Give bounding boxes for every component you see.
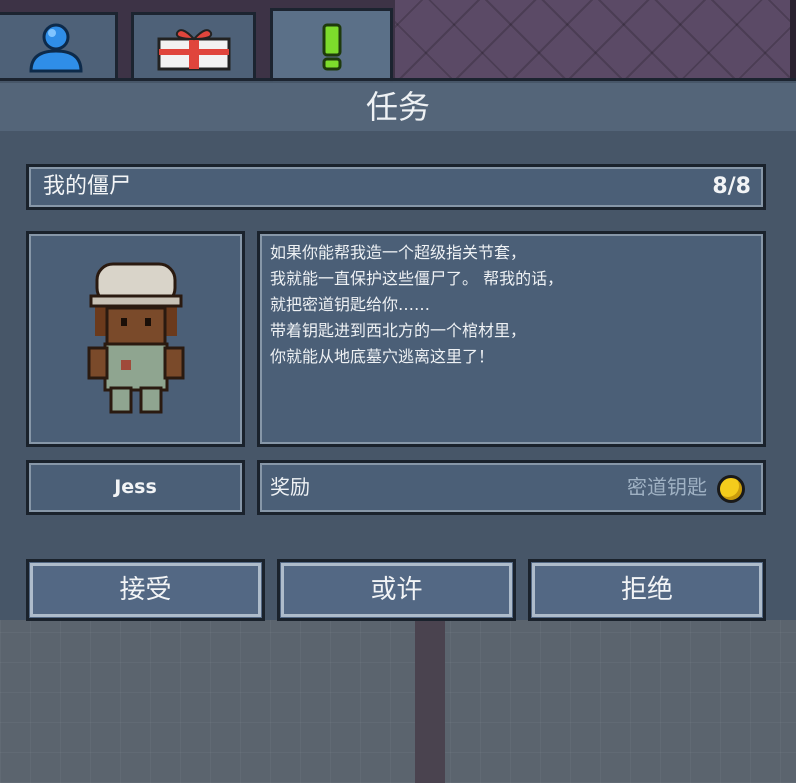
dialog-text: 如果你能帮我造一个超级指关节套， 我就能一直保护这些僵尸了。 帮我的话， 就把密…	[270, 243, 564, 366]
npc-name: Jess	[114, 476, 157, 498]
maybe-button[interactable]: 或许	[277, 559, 516, 621]
background-scene	[0, 620, 796, 783]
accept-button[interactable]: 接受	[26, 559, 265, 621]
coin-icon	[717, 475, 745, 503]
tab-quests[interactable]	[270, 8, 393, 82]
background-floor-tiles	[395, 0, 796, 80]
reward-label: 奖励	[270, 475, 310, 499]
npc-dialog: 如果你能帮我造一个超级指关节套， 我就能一直保护这些僵尸了。 帮我的话， 就把密…	[257, 231, 766, 447]
quest-label: 我的僵尸	[43, 174, 132, 199]
reward-item: 密道钥匙	[627, 475, 707, 499]
refuse-button[interactable]: 拒绝	[528, 559, 766, 621]
npc-sprite	[87, 262, 185, 414]
person-icon	[29, 23, 83, 72]
exclamation-icon	[322, 23, 341, 70]
panel-title: 任务	[0, 83, 796, 131]
background-post	[415, 620, 445, 783]
quest-count: 8/8	[712, 174, 751, 199]
tab-gifts[interactable]	[131, 12, 256, 78]
npc-portrait	[26, 231, 245, 447]
tab-profile[interactable]	[0, 12, 118, 78]
quest-bar: 我的僵尸 8/8	[26, 164, 766, 210]
quest-panel: 任务 我的僵尸 8/8 如果你能帮我造一个超级指关节套， 我就能一直保护这些僵尸…	[0, 78, 796, 621]
background-pillar	[790, 0, 796, 80]
reward-box: 奖励 密道钥匙	[257, 460, 766, 515]
gift-icon	[157, 28, 230, 70]
npc-name-box: Jess	[26, 460, 245, 515]
